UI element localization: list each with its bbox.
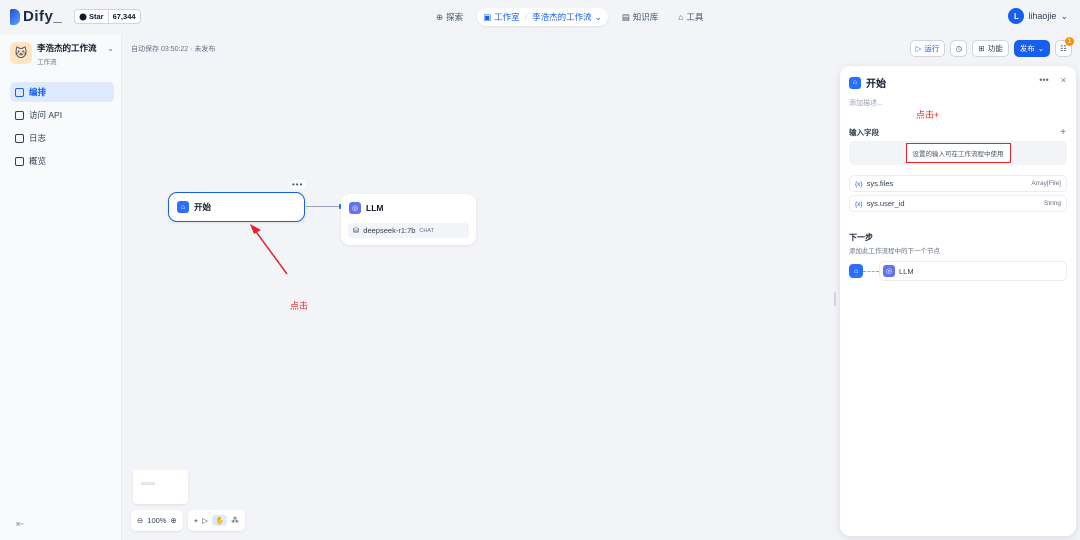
- flow-connector: [863, 270, 879, 272]
- panel-title[interactable]: 开始: [866, 75, 886, 90]
- var-row: {x} sys.user_id String: [849, 195, 1067, 212]
- sidebar-item-api[interactable]: 访问 API: [10, 105, 114, 125]
- sidebar-item-label: 概览: [29, 156, 47, 166]
- variable-icon: {x}: [855, 181, 863, 188]
- logo-icon: [10, 8, 20, 25]
- log-icon: [15, 133, 24, 143]
- sidebar-item-label: 编排: [29, 87, 47, 97]
- panel-resize-handle[interactable]: [834, 292, 836, 306]
- top-nav: ⊕ 探索 ▣ 工作室 / 李浩杰的工作流 ⌄ ▤ 知识库 ⌂ 工具: [430, 8, 709, 26]
- user-name: lihaojie: [1028, 11, 1057, 21]
- github-star-button[interactable]: Star 67,344: [74, 9, 141, 24]
- github-star-count: 67,344: [112, 12, 136, 21]
- nav-knowledge-label: 知识库: [632, 12, 659, 22]
- panel-more-button[interactable]: •••: [1039, 75, 1048, 85]
- zoom-level[interactable]: 100%: [147, 516, 166, 525]
- sidebar-menu: 编排 访问 API 日志 概览: [10, 82, 114, 174]
- current-app-selector[interactable]: 李浩杰的工作流: [532, 11, 592, 23]
- nav-tools[interactable]: ⌂ 工具: [672, 8, 709, 26]
- chevron-down-icon: ⌄: [1060, 10, 1068, 21]
- user-menu[interactable]: L lihaojie ⌄: [1008, 8, 1068, 24]
- zoom-out-icon[interactable]: ⊖: [137, 516, 143, 525]
- sidebar-item-label: 访问 API: [29, 110, 63, 120]
- next-step-flow: ⌂ ◎ LLM: [849, 261, 1067, 281]
- next-node-label: LLM: [899, 266, 914, 276]
- description-input[interactable]: 添加描述...: [849, 98, 883, 108]
- next-node-llm[interactable]: ◎ LLM: [879, 261, 1067, 281]
- minimap-node: [141, 482, 155, 485]
- next-step-title: 下一步: [849, 233, 873, 242]
- orchestrate-icon: [15, 87, 24, 97]
- top-bar: Dify_ Star 67,344 ⊕ 探索 ▣ 工作室 / 李浩杰的工作流 ⌄…: [0, 0, 1080, 34]
- input-fields-label: 输入字段: [849, 128, 879, 137]
- zoom-in-icon[interactable]: ⊕: [170, 516, 176, 525]
- app-type: 工作流: [37, 59, 57, 66]
- nav-tools-label: 工具: [686, 12, 704, 22]
- chart-icon: [15, 156, 24, 166]
- zoom-controls: ⊖ 100% ⊕ + ▷ ✋ ⁂: [131, 510, 245, 531]
- toolbox-icon: ⌂: [678, 12, 684, 22]
- variable-icon: {x}: [855, 201, 863, 208]
- annotation-label: 点击: [290, 301, 309, 311]
- home-icon: ⌂: [849, 264, 863, 278]
- annotation-label: 点击+: [916, 110, 940, 120]
- var-name: sys.user_id: [866, 199, 905, 208]
- sidebar-item-label: 日志: [29, 133, 47, 143]
- dify-logo[interactable]: Dify_: [10, 8, 62, 25]
- sidebar-item-logs[interactable]: 日志: [10, 128, 114, 148]
- sidebar: 🐱 李浩杰的工作流 工作流 ⌄ 编排 访问 API 日志 概览 ⇤: [0, 34, 122, 540]
- var-type: Array[File]: [1031, 180, 1061, 187]
- close-icon[interactable]: ×: [1061, 75, 1066, 85]
- nav-knowledge[interactable]: ▤ 知识库: [616, 8, 665, 26]
- compass-icon: ⊕: [436, 11, 444, 22]
- pointer-icon[interactable]: ▷: [202, 516, 208, 525]
- avatar: L: [1008, 8, 1025, 24]
- studio-icon: ▣: [483, 11, 492, 22]
- nav-explore-label: 探索: [446, 12, 464, 22]
- book-icon: ▤: [621, 11, 630, 22]
- llm-icon: ◎: [883, 265, 895, 277]
- collapse-sidebar-icon[interactable]: ⇤: [16, 519, 24, 530]
- add-node-icon[interactable]: +: [194, 516, 198, 525]
- minimap[interactable]: [133, 470, 188, 504]
- var-name: sys.files: [866, 179, 894, 188]
- annotation-arrow-start: [253, 228, 288, 275]
- next-step-desc: 添加此工作流程中的下一个节点: [849, 248, 940, 255]
- sidebar-item-overview[interactable]: 概览: [10, 151, 114, 171]
- nav-separator: /: [524, 12, 528, 22]
- arrow-head: [250, 224, 261, 234]
- github-icon: [79, 13, 87, 20]
- var-row: {x} sys.files Array[File]: [849, 175, 1067, 192]
- chevron-down-icon: ⌄: [594, 11, 602, 22]
- home-icon: ⌂: [849, 76, 861, 89]
- nav-studio[interactable]: ▣ 工作室 / 李浩杰的工作流 ⌄: [477, 8, 608, 26]
- input-fields-empty: 设置的输入可在工作流程中使用: [849, 141, 1067, 165]
- app-name: 李浩杰的工作流: [37, 43, 97, 53]
- logo-text: Dify_: [23, 8, 63, 25]
- add-input-button[interactable]: +: [1060, 127, 1066, 138]
- sidebar-item-orchestrate[interactable]: 编排: [10, 82, 114, 102]
- var-type: String: [1044, 200, 1061, 207]
- chevron-down-icon[interactable]: ⌄: [107, 44, 114, 53]
- nav-studio-label: 工作室: [494, 12, 520, 22]
- layout-icon[interactable]: ⁂: [231, 516, 239, 525]
- hand-icon[interactable]: ✋: [211, 515, 228, 526]
- node-config-panel: ⌂ 开始 ••• × 添加描述... 点击+ 输入字段 + 设置的输入可在工作流…: [840, 66, 1076, 536]
- nav-explore[interactable]: ⊕ 探索: [430, 8, 469, 26]
- app-header[interactable]: 🐱 李浩杰的工作流 工作流 ⌄: [10, 42, 116, 66]
- empty-hint: 设置的输入可在工作流程中使用: [905, 143, 1011, 163]
- github-star-label: Star: [89, 12, 104, 21]
- app-icon: 🐱: [10, 42, 32, 64]
- terminal-icon: [15, 110, 24, 120]
